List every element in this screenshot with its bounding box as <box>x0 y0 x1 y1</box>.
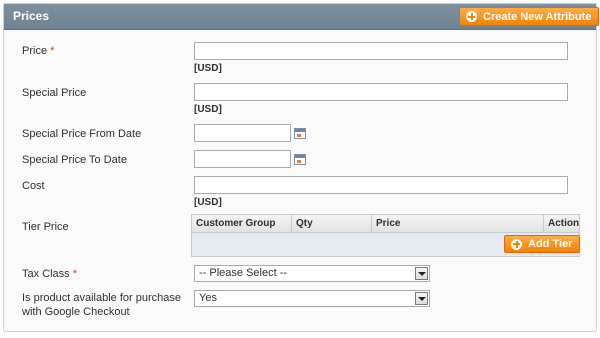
special-price-to-input[interactable] <box>194 150 291 168</box>
column-qty: Qty <box>296 218 313 229</box>
cost-currency-note: [USD] <box>194 197 222 208</box>
chevron-down-icon[interactable] <box>415 292 428 305</box>
column-action: Action <box>548 218 580 229</box>
panel-header: Prices Create New Attribute <box>4 4 600 30</box>
special-price-currency-note: [USD] <box>194 104 222 115</box>
special-price-from-input[interactable] <box>194 124 291 142</box>
tax-class-label: Tax Class * <box>22 268 78 280</box>
tax-class-selected-value: -- Please Select -- <box>199 267 288 279</box>
required-mark: * <box>50 45 55 57</box>
add-tier-label: Add Tier <box>528 238 573 250</box>
special-price-label: Special Price <box>22 87 87 99</box>
google-checkout-selected-value: Yes <box>199 292 217 304</box>
cost-input[interactable] <box>194 176 568 194</box>
price-input[interactable] <box>194 42 568 60</box>
cost-label: Cost <box>22 180 45 192</box>
plus-circle-icon <box>466 11 477 22</box>
tier-price-label: Tier Price <box>22 221 69 233</box>
create-new-attribute-label: Create New Attribute <box>483 10 592 23</box>
required-mark: * <box>72 268 78 280</box>
tier-price-header: Customer Group Qty Price Action <box>192 215 579 233</box>
google-checkout-select[interactable]: Yes <box>194 290 430 307</box>
tier-price-table: Customer Group Qty Price Action Add Tier <box>191 214 581 257</box>
column-price: Price <box>376 218 401 229</box>
google-checkout-label: Is product available for purchase with G… <box>22 292 181 318</box>
chevron-down-icon[interactable] <box>415 267 428 280</box>
calendar-icon[interactable] <box>294 128 306 139</box>
create-new-attribute-button[interactable]: Create New Attribute <box>459 7 600 26</box>
special-price-from-label: Special Price From Date <box>22 128 142 140</box>
special-price-to-label: Special Price To Date <box>22 154 127 166</box>
special-price-input[interactable] <box>194 83 568 101</box>
column-customer-group: Customer Group <box>196 218 276 229</box>
column-divider <box>543 215 544 232</box>
tax-class-select[interactable]: -- Please Select -- <box>194 265 430 282</box>
column-divider <box>371 215 372 232</box>
add-tier-button[interactable]: Add Tier <box>504 235 581 253</box>
plus-circle-icon <box>511 238 522 250</box>
price-currency-note: [USD] <box>194 63 222 74</box>
panel-title: Prices <box>13 9 50 23</box>
price-label: Price * <box>22 45 55 57</box>
column-divider <box>291 215 292 232</box>
calendar-icon[interactable] <box>294 154 306 165</box>
